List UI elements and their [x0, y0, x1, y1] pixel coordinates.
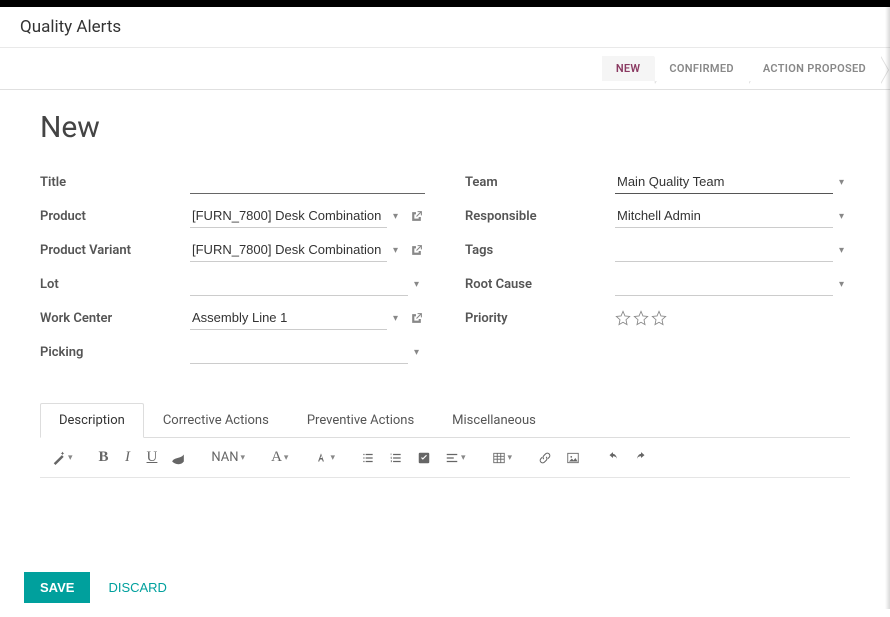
- toolbar-checklist-icon[interactable]: [411, 448, 437, 468]
- toolbar-image-icon[interactable]: [560, 448, 586, 468]
- product-input[interactable]: [190, 204, 387, 228]
- title-input[interactable]: [190, 170, 425, 194]
- team-dropdown-icon[interactable]: ▾: [833, 177, 850, 188]
- stage-action-proposed[interactable]: ACTION PROPOSED: [749, 56, 880, 81]
- toolbar-align-icon[interactable]: ▾: [439, 448, 472, 468]
- label-picking: Picking: [40, 345, 190, 360]
- notebook-tabs: Description Corrective Actions Preventiv…: [40, 403, 850, 438]
- label-title: Title: [40, 175, 190, 190]
- label-product-variant: Product Variant: [40, 243, 190, 258]
- label-team: Team: [465, 175, 615, 190]
- label-priority: Priority: [465, 311, 615, 326]
- toolbar-text-color-icon[interactable]: ▾: [308, 448, 341, 468]
- breadcrumb[interactable]: Quality Alerts: [0, 7, 890, 48]
- lot-input[interactable]: [190, 272, 408, 296]
- tab-corrective-actions[interactable]: Corrective Actions: [144, 403, 288, 437]
- toolbar-ol-icon[interactable]: [383, 448, 409, 468]
- tab-miscellaneous[interactable]: Miscellaneous: [433, 403, 555, 437]
- toolbar-redo-icon[interactable]: [628, 448, 654, 468]
- tab-description[interactable]: Description: [40, 403, 144, 438]
- tab-preventive-actions[interactable]: Preventive Actions: [288, 403, 433, 437]
- toolbar-link-icon[interactable]: [532, 448, 558, 468]
- right-shadow: [885, 7, 890, 609]
- statusbar: NEW CONFIRMED ACTION PROPOSED: [0, 48, 890, 90]
- team-input[interactable]: [615, 170, 833, 194]
- toolbar-wand-icon[interactable]: ▾: [46, 448, 79, 468]
- window-topbar: [0, 0, 890, 7]
- product-variant-external-link-icon[interactable]: [408, 243, 425, 258]
- toolbar-font-family-icon[interactable]: A▾: [265, 446, 294, 469]
- label-responsible: Responsible: [465, 209, 615, 224]
- label-work-center: Work Center: [40, 311, 190, 326]
- label-product: Product: [40, 209, 190, 224]
- product-dropdown-icon[interactable]: ▾: [387, 211, 404, 222]
- save-button[interactable]: SAVE: [24, 572, 90, 603]
- toolbar-clear-format-icon[interactable]: [165, 448, 191, 468]
- toolbar-undo-icon[interactable]: [600, 448, 626, 468]
- editor-toolbar: ▾ B I U NAN ▾ A▾ ▾ ▾ ▾: [40, 438, 850, 478]
- picking-input[interactable]: [190, 340, 408, 364]
- stage-new[interactable]: NEW: [602, 56, 655, 81]
- label-lot: Lot: [40, 277, 190, 292]
- toolbar-font-size[interactable]: NAN ▾: [205, 447, 251, 468]
- page-title: New: [40, 110, 850, 145]
- stage-confirmed[interactable]: CONFIRMED: [655, 56, 747, 81]
- priority-star-2[interactable]: [633, 310, 649, 326]
- label-tags: Tags: [465, 243, 615, 258]
- priority-star-3[interactable]: [651, 310, 667, 326]
- toolbar-font-size-label: NAN: [211, 450, 238, 465]
- toolbar-bold-icon[interactable]: B: [93, 446, 115, 469]
- root-cause-input[interactable]: [615, 272, 833, 296]
- toolbar-ul-icon[interactable]: [355, 448, 381, 468]
- product-variant-input[interactable]: [190, 238, 387, 262]
- work-center-input[interactable]: [190, 306, 387, 330]
- description-editor[interactable]: [40, 478, 850, 558]
- tags-dropdown-icon[interactable]: ▾: [833, 245, 850, 256]
- toolbar-table-icon[interactable]: ▾: [486, 448, 519, 468]
- lot-dropdown-icon[interactable]: ▾: [408, 279, 425, 290]
- label-root-cause: Root Cause: [465, 277, 615, 292]
- priority-star-1[interactable]: [615, 310, 631, 326]
- responsible-input[interactable]: [615, 204, 833, 228]
- toolbar-italic-icon[interactable]: I: [117, 446, 139, 469]
- discard-button[interactable]: DISCARD: [108, 580, 167, 595]
- tags-input[interactable]: [615, 238, 833, 262]
- toolbar-underline-icon[interactable]: U: [141, 446, 164, 469]
- picking-dropdown-icon[interactable]: ▾: [408, 347, 425, 358]
- work-center-dropdown-icon[interactable]: ▾: [387, 313, 404, 324]
- product-variant-dropdown-icon[interactable]: ▾: [387, 245, 404, 256]
- product-external-link-icon[interactable]: [408, 209, 425, 224]
- root-cause-dropdown-icon[interactable]: ▾: [833, 279, 850, 290]
- responsible-dropdown-icon[interactable]: ▾: [833, 211, 850, 222]
- work-center-external-link-icon[interactable]: [408, 311, 425, 326]
